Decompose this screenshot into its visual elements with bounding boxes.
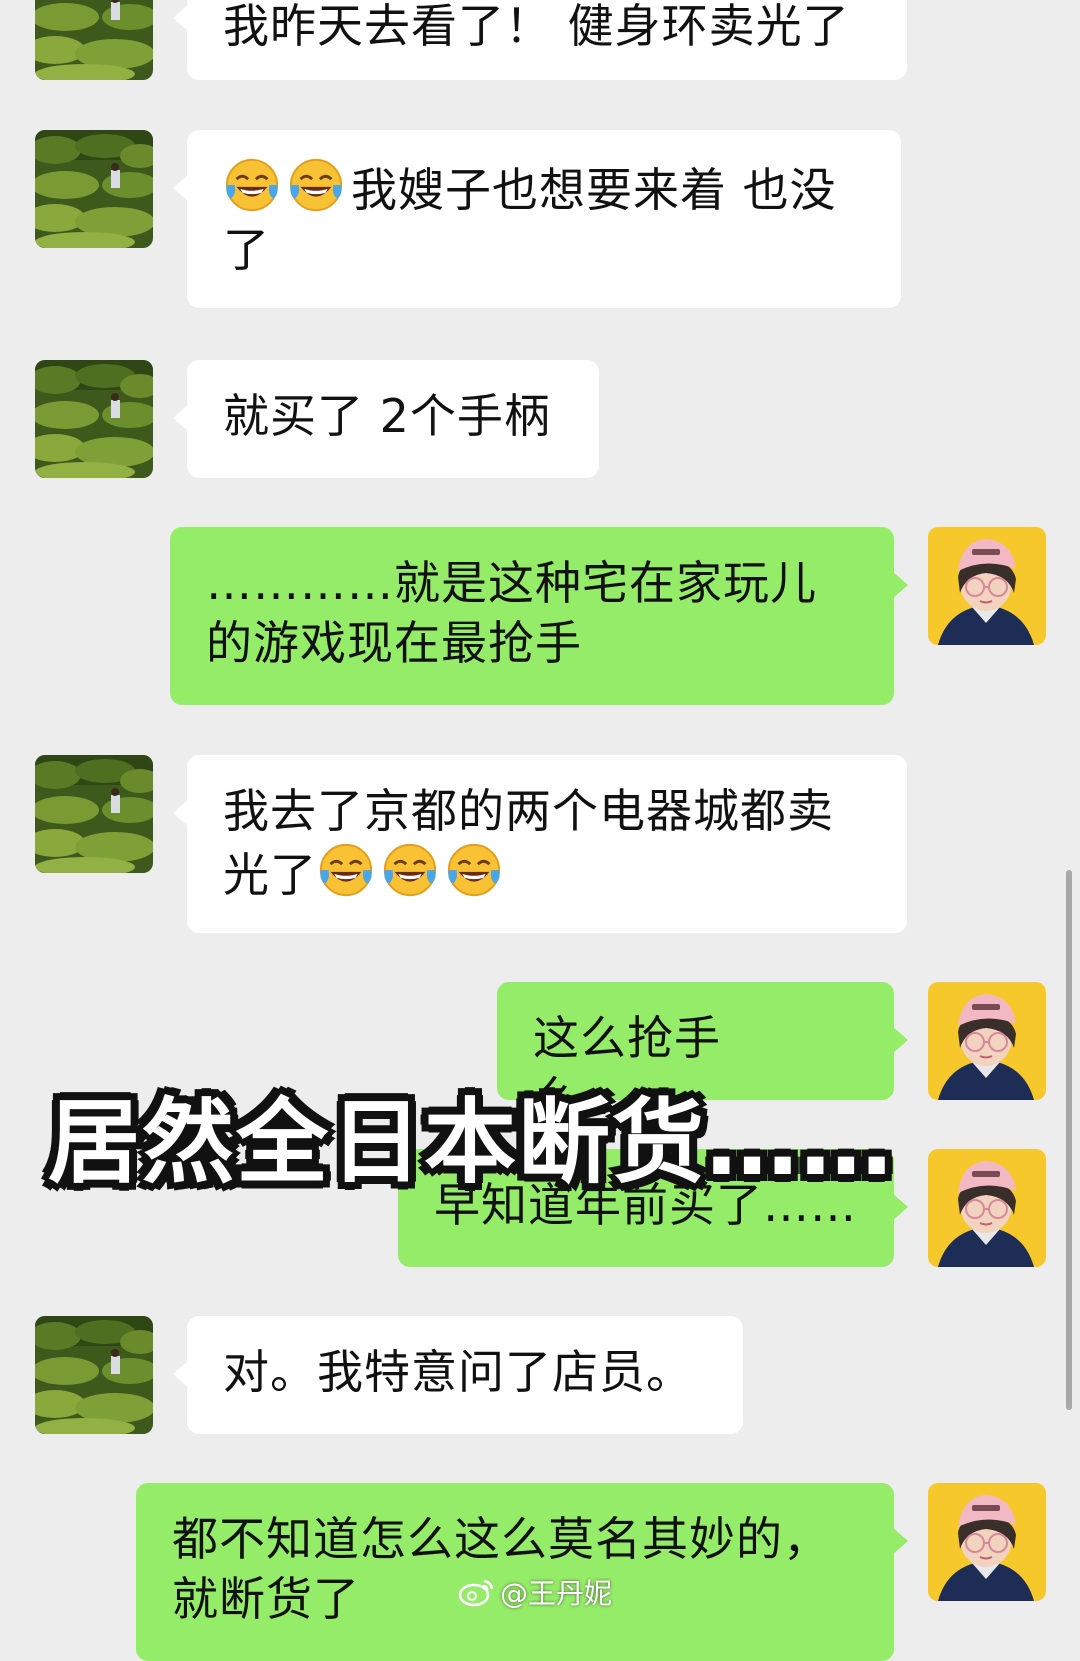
scrollbar[interactable]	[1066, 870, 1072, 1410]
contact-avatar[interactable]	[35, 1316, 153, 1434]
message-text: 就买了 2个手柄	[223, 389, 551, 443]
message-text: 对。我特意问了店员。	[223, 1345, 693, 1399]
message-bubble-incoming[interactable]: 我去了京都的两个电器城都卖光了	[173, 755, 907, 933]
user-avatar[interactable]	[928, 1483, 1046, 1601]
message-bubble-incoming[interactable]: 就买了 2个手柄	[173, 360, 599, 478]
message-bubble-incoming[interactable]: 我嫂子也想要来着 也没了	[173, 130, 901, 308]
tears-of-joy-emoji	[381, 841, 439, 899]
user-avatar[interactable]	[928, 527, 1046, 645]
message-bubble-incoming[interactable]: 我昨天去看了！ 健身环卖光了	[173, 0, 907, 80]
contact-avatar[interactable]	[35, 755, 153, 873]
chat-area: 我昨天去看了！ 健身环卖光了 我嫂子也想要来着 也没了 就买了 2个手柄 …………	[0, 0, 1080, 1661]
tears-of-joy-emoji	[287, 156, 345, 214]
contact-avatar[interactable]	[35, 130, 153, 248]
tears-of-joy-emoji	[223, 156, 281, 214]
user-avatar[interactable]	[928, 982, 1046, 1100]
watermark-handle: @王丹妮	[500, 1577, 613, 1610]
overlay-caption: 居然全日本断货……	[48, 1089, 895, 1196]
watermark: @王丹妮	[458, 1572, 612, 1612]
tears-of-joy-emoji	[317, 841, 375, 899]
message-text: 我去了京都的两个电器城都卖光了	[223, 784, 834, 902]
tears-of-joy-emoji	[445, 841, 503, 899]
message-text: 我昨天去看了！ 健身环卖光了	[223, 0, 850, 53]
contact-avatar[interactable]	[35, 0, 153, 80]
contact-avatar[interactable]	[35, 360, 153, 478]
message-bubble-incoming[interactable]: 对。我特意问了店员。	[173, 1316, 743, 1434]
message-bubble-outgoing[interactable]: …………就是这种宅在家玩儿的游戏现在最抢手	[170, 527, 908, 705]
weibo-icon	[458, 1577, 494, 1607]
message-text: …………就是这种宅在家玩儿的游戏现在最抢手	[206, 556, 817, 670]
user-avatar[interactable]	[928, 1149, 1046, 1267]
